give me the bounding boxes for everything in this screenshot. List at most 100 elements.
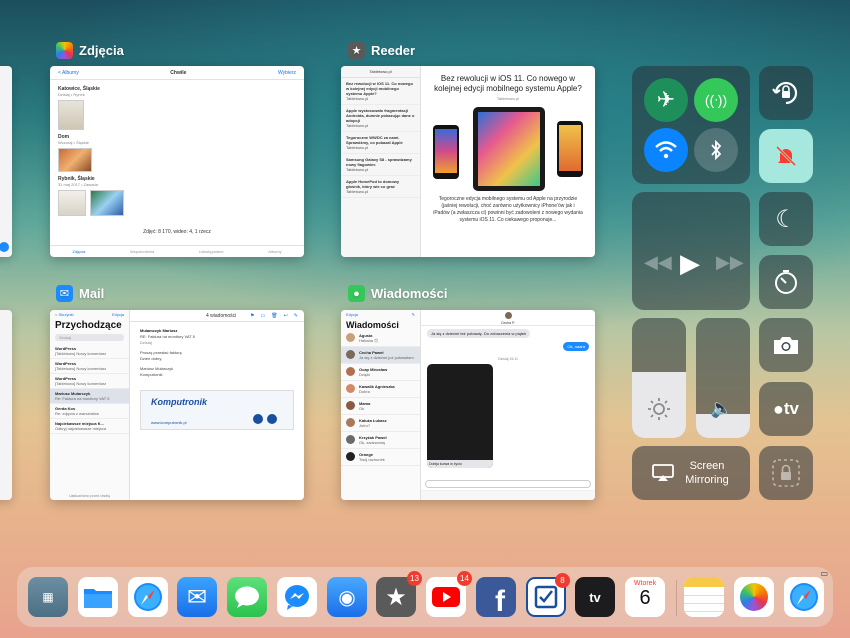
reply-icon[interactable]: ↩ — [284, 313, 288, 319]
dock-safari-recent[interactable]: ▭ — [784, 569, 828, 617]
tab-memories[interactable]: Wspomnienia — [130, 249, 154, 254]
reeder-app-label[interactable]: ★ Reeder — [348, 42, 415, 59]
screen-mirroring-button[interactable]: Screen Mirroring — [632, 446, 750, 500]
list-item[interactable]: Tegoroczne WWDC za nami. Sprawdźmy, co p… — [341, 132, 420, 154]
mail-body-line: Komputronik — [140, 372, 163, 377]
dock-safari[interactable] — [128, 577, 168, 617]
partial-card-bottom-left[interactable] — [0, 310, 12, 500]
compose-icon[interactable]: ✎ — [294, 313, 298, 319]
list-item[interactable]: Krzyżak Paweł Ok, zadzwonię — [341, 432, 420, 449]
camera-button[interactable] — [759, 318, 813, 372]
dock-files[interactable] — [78, 577, 118, 617]
message-input-bar[interactable] — [425, 480, 591, 488]
dock-youtube[interactable]: 14 — [426, 571, 472, 617]
speech-bubble-icon — [235, 586, 259, 608]
list-item[interactable]: Apple HomePod to domowy głośnik, który w… — [341, 176, 420, 198]
list-item[interactable]: Cecha Paweł Ja się z dziećmi już pobawiła… — [341, 347, 420, 364]
app-drawer-bar — [421, 490, 595, 500]
image-message[interactable]: Dobija kurwa w życiu — [427, 364, 493, 468]
messages-list-header: Edycja ✎ — [341, 310, 420, 320]
photos-back-button[interactable]: < Albumy — [58, 70, 79, 76]
dock-messages[interactable] — [227, 577, 267, 617]
banner-url[interactable]: www.komputronik.pl — [151, 420, 187, 425]
photos-app-label[interactable]: Zdjęcia — [56, 42, 124, 59]
list-item[interactable]: Najciekawsze miejsca K... Odkryj najcieka… — [50, 419, 129, 434]
messages-edit-button[interactable]: Edycja — [346, 312, 358, 318]
dock-tweetbot[interactable]: ◉ — [327, 577, 367, 617]
trash-icon[interactable]: 🗑 — [271, 313, 277, 319]
folder-icon[interactable]: ▭ — [261, 313, 266, 319]
item-title: Apple wystosowało fragmentacji Androida,… — [346, 108, 415, 123]
photos-select-button[interactable]: Wybierz — [278, 70, 296, 76]
list-item[interactable]: Ocap Mirosław Dzięki — [341, 364, 420, 381]
facebook-icon[interactable] — [253, 414, 263, 424]
dock-facebook[interactable]: f — [476, 577, 516, 618]
list-item[interactable]: Mariusz Mularczyk Re: Faktura na monitory… — [50, 389, 129, 404]
list-item[interactable]: Gerda Kos Re: zdjęcia z warsztatów — [50, 404, 129, 419]
mail-app-card[interactable]: < Skrzynki Edycja Przychodzące Szukaj Wo… — [50, 310, 304, 500]
list-item[interactable]: WordPress [Tabletowo] Nowy komentarz — [50, 359, 129, 374]
messages-app-card[interactable]: Edycja ✎ Wiadomości Agusia Hahaha 😊 Cecha… — [341, 310, 595, 500]
dock-omnifocus[interactable]: 8 — [526, 573, 570, 617]
tab-shared[interactable]: Udostępniane — [199, 249, 224, 254]
airplane-mode-toggle[interactable]: ✈ — [644, 78, 688, 122]
list-item[interactable]: Kawalik Agnieszka Dobra — [341, 381, 420, 398]
photos-app-card[interactable]: < Albumy Chwile Wybierz Katowice, Śląski… — [50, 66, 304, 257]
list-item[interactable]: Samsung Galaxy S8 - sprawdzamy nowy flag… — [341, 154, 420, 176]
dock-calendar[interactable]: Wtorek 6 — [625, 577, 665, 617]
lock-dashed-icon — [772, 459, 800, 487]
dock-messenger[interactable] — [277, 577, 317, 617]
mail-app-label[interactable]: ✉ Mail — [56, 285, 104, 302]
rewind-icon[interactable]: ◀◀ — [644, 252, 672, 273]
rotation-lock-toggle[interactable] — [759, 66, 813, 120]
now-playing-module: ◀◀ ▶ ▶▶ — [632, 192, 750, 310]
volume-slider[interactable]: 🔈 — [696, 318, 750, 438]
mailboxes-button[interactable]: < Skrzynki — [55, 312, 74, 318]
outgoing-message[interactable]: Ok, naara — [563, 342, 589, 351]
tab-photos[interactable]: Zdjęcia — [72, 249, 85, 254]
item-source: Tabletowo.pl — [346, 96, 369, 101]
photo-thumbnail[interactable] — [58, 190, 86, 216]
dock-folder-extras[interactable]: ▦ — [28, 577, 68, 617]
do-not-disturb-toggle[interactable]: ☾ — [759, 192, 813, 246]
dock-notes[interactable] — [684, 577, 724, 617]
wifi-toggle[interactable] — [644, 128, 688, 172]
list-item[interactable]: Mama Ok — [341, 398, 420, 415]
cellular-data-toggle[interactable]: ((ᐧ)) — [694, 78, 738, 122]
photo-thumbnail[interactable] — [90, 190, 125, 216]
mail-subject: Re: zdjęcia z warsztatów — [55, 411, 100, 416]
bluetooth-toggle[interactable] — [694, 128, 738, 172]
brightness-slider[interactable] — [632, 318, 686, 438]
dock-mail[interactable]: ✉ — [177, 577, 217, 617]
reeder-app-card[interactable]: Tabletowo.pl Bez rewolucji w iOS 11. Co … — [341, 66, 595, 257]
apple-tv-label: tv — [783, 399, 799, 418]
guided-access-button[interactable] — [759, 446, 813, 500]
apple-tv-remote-button[interactable]: ● tv — [759, 382, 813, 436]
list-item[interactable]: WordPress [Tabletowo] Nowy komentarz — [50, 344, 129, 359]
mail-search-input[interactable]: Szukaj — [55, 334, 124, 341]
incoming-message[interactable]: Ja się z dziećmi też pobawię. Do zobacze… — [427, 329, 531, 338]
list-item[interactable]: Apple wystosowało fragmentacji Androida,… — [341, 105, 420, 132]
flag-icon[interactable]: ⚑ — [250, 313, 254, 319]
avatar — [504, 312, 512, 319]
list-item[interactable]: WordPress [Tabletowo] Nowy komentarz — [50, 374, 129, 389]
silent-mode-toggle[interactable] — [759, 129, 813, 183]
dock-photos[interactable] — [734, 577, 774, 617]
messages-app-label[interactable]: ● Wiadomości — [348, 285, 447, 302]
photo-thumbnail[interactable] — [58, 148, 92, 172]
social-icon[interactable] — [267, 414, 277, 424]
dock-apple-tv[interactable]: tv — [575, 577, 615, 617]
tab-albums[interactable]: Albumy — [268, 249, 281, 254]
dock-reeder[interactable]: ★ 13 — [376, 571, 422, 617]
timer-button[interactable] — [759, 255, 813, 309]
partial-card-top-left[interactable] — [0, 66, 12, 257]
photo-thumbnail[interactable] — [58, 100, 84, 130]
mail-edit-button[interactable]: Edycja — [112, 312, 124, 318]
list-item[interactable]: Kałuża Łukasz Jutro? — [341, 415, 420, 432]
list-item[interactable]: Bez rewolucji w iOS 11. Co nowego w kole… — [341, 78, 420, 105]
compose-icon[interactable]: ✎ — [412, 312, 415, 318]
play-icon[interactable]: ▶ — [680, 248, 700, 279]
list-item[interactable]: Agusia Hahaha 😊 — [341, 330, 420, 347]
fast-forward-icon[interactable]: ▶▶ — [716, 252, 744, 273]
list-item[interactable]: Orange Twój rachunek — [341, 449, 420, 466]
